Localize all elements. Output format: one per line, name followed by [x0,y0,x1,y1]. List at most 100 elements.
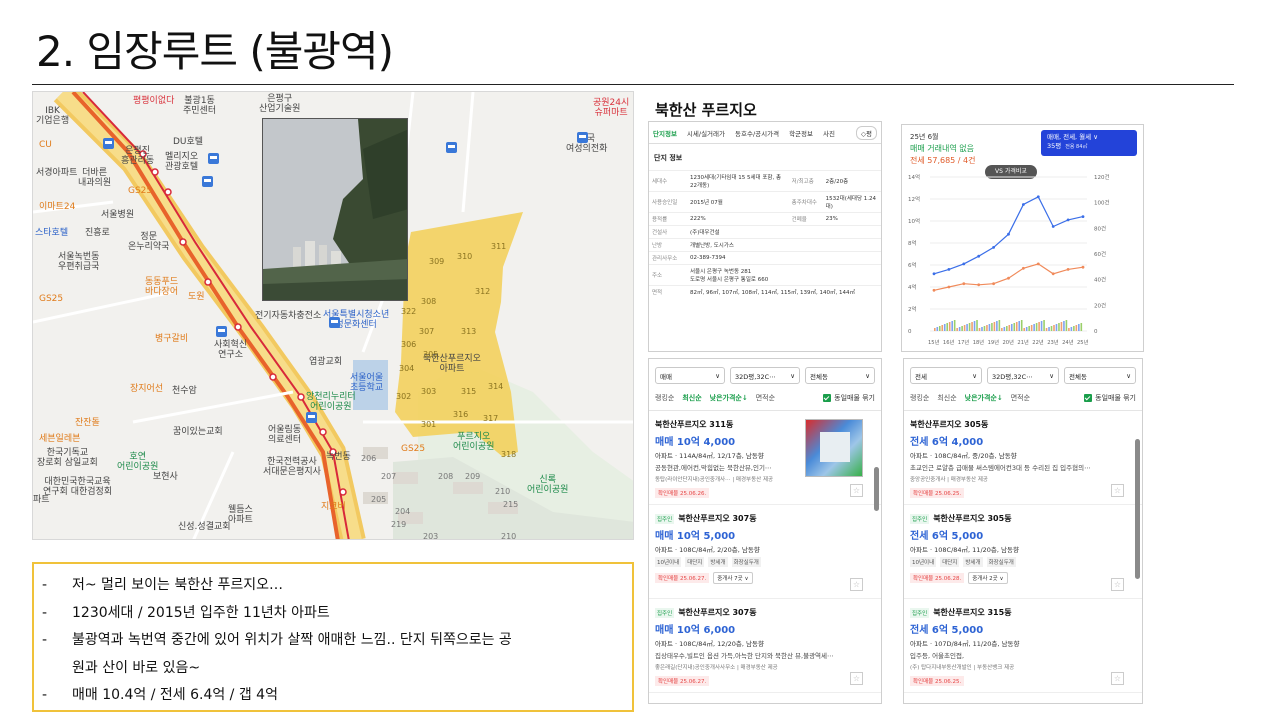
volume-bar [1020,320,1023,331]
tab-complex-info[interactable]: 단지정보 [653,128,677,138]
tab-school[interactable]: 학군정보 [789,128,813,138]
building-number[interactable]: 317 [483,414,498,423]
building-number[interactable]: 314 [488,382,503,391]
sort-low-price[interactable]: 낮은가격순↓ [965,393,1003,403]
bus-stop-icon[interactable] [103,138,114,149]
bus-stop-icon[interactable] [202,176,213,187]
tab-photo[interactable]: 사진 [823,128,835,138]
bus-stop-icon[interactable] [329,317,340,328]
bus-stop-icon[interactable] [306,412,317,423]
building-number[interactable]: 207 [381,472,396,481]
map-label: 스타호텔 [35,228,69,238]
building-number[interactable]: 219 [391,520,406,529]
building-number[interactable]: 210 [501,532,516,539]
sort-latest[interactable]: 최신순 [937,393,956,403]
listing-title[interactable]: 북한산푸르지오 307동 [678,607,756,618]
building-number[interactable]: 308 [421,297,436,306]
sort-latest[interactable]: 최신순 [682,393,701,403]
map-label: 전기자동차충전소 [255,311,322,321]
tab-unit[interactable]: 동호수/공시가격 [735,128,779,138]
building-number[interactable]: 318 [501,450,516,459]
building-number[interactable]: 204 [395,507,410,516]
building-number[interactable]: 315 [461,387,476,396]
size-filter[interactable]: 32D평,32C⋯ ∨ [730,367,800,384]
star-icon[interactable]: ☆ [1111,484,1124,497]
building-number[interactable]: 322 [401,307,416,316]
group-listings-checkbox[interactable]: 동일매물 묶기 [1084,393,1136,403]
bus-stop-icon[interactable] [446,142,457,153]
listing-spec: 아파트 · 108C/84㎡, 11/20층, 남동향 [910,546,1019,554]
price-chart: 14억 12억 10억 8억 6억 4억 2억 0 120건 100건 80건 60건 40건 20건 0 1… [908,173,1110,346]
building-number[interactable]: 301 [421,420,436,429]
listing-item[interactable]: 집주인 북한산푸르지오 315동 전세 6억 5,000 아파트 · 107D/84㎡… [904,599,1142,693]
building-number[interactable]: 307 [419,327,434,336]
building-number[interactable]: 208 [438,472,453,481]
star-icon[interactable]: ☆ [850,578,863,591]
listing-thumbnail[interactable] [805,419,863,477]
filter-label: 32D평,32C⋯ [992,372,1033,381]
scrollbar[interactable] [1135,439,1140,579]
listing-list: 북한산푸르지오 305동 전세 6억 4,000 아파트 · 108C/84㎡, 중… [904,411,1142,693]
building-number[interactable]: 215 [503,500,518,509]
building-filter[interactable]: 전체동 ∨ [805,367,875,384]
checkbox-label: 동일매물 묶기 [834,394,875,402]
building-number[interactable]: 304 [399,364,414,373]
listing-item[interactable]: 집주인 북한산푸르지오 307동 매매 10억 5,000 아파트 · 108C/84… [649,505,881,599]
owner-badge: 집주인 [655,607,675,618]
star-icon[interactable]: ☆ [850,484,863,497]
building-number[interactable]: 206 [361,454,376,463]
listing-title[interactable]: 북한산푸르지오 315동 [933,607,1011,618]
trade-type-filter[interactable]: 매매 ∨ [655,367,725,384]
sort-area[interactable]: 면적순 [756,393,775,403]
star-icon[interactable]: ☆ [1111,672,1124,685]
size-filter[interactable]: 32D평,32C⋯ ∨ [987,367,1059,384]
building-number[interactable]: 312 [475,287,490,296]
building-number[interactable]: 305 [423,350,438,359]
building-number[interactable]: 209 [465,472,480,481]
listing-title[interactable]: 북한산푸르지오 311동 [655,419,733,430]
listing-item[interactable]: 북한산푸르지오 305동 전세 6억 4,000 아파트 · 108C/84㎡, 중… [904,411,1142,505]
building-number[interactable]: 210 [495,487,510,496]
building-number[interactable]: 306 [401,340,416,349]
listing-item[interactable]: 집주인 북한산푸르지오 305동 전세 6억 5,000 아파트 · 108C/84㎡… [904,505,1142,599]
trade-type-filter[interactable]: 전세 ∨ [910,367,982,384]
listing-item[interactable]: 북한산푸르지오 311동 매매 10억 4,000 아파트 · 114A/84㎡, … [649,411,881,505]
tab-price[interactable]: 시세/실거래가 [687,128,725,138]
listing-title[interactable]: 북한산푸르지오 305동 [933,513,1011,524]
building-number[interactable]: 302 [396,392,411,401]
building-number[interactable]: 205 [371,495,386,504]
listing-item[interactable]: 집주인 북한산푸르지오 307동 매매 10억 6,000 아파트 · 108C/84… [649,599,881,693]
pyeong-toggle-button[interactable]: ◇평 [856,125,877,140]
volume-bar [1023,328,1025,331]
building-number[interactable]: 203 [423,532,438,539]
volume-bar [1048,327,1050,331]
sort-ranking[interactable]: 랭킹순 [655,393,674,403]
star-icon[interactable]: ☆ [850,672,863,685]
star-icon[interactable]: ☆ [1111,578,1124,591]
building-filter[interactable]: 전체동 ∨ [1064,367,1136,384]
map-label: 도원 [188,292,205,302]
data-point-매매 [947,268,951,271]
building-number[interactable]: 310 [457,252,472,261]
scrollbar[interactable] [874,467,879,511]
listing-title[interactable]: 북한산푸르지오 307동 [678,513,756,524]
group-listings-checkbox[interactable]: 동일매물 묶기 [823,393,875,403]
broker-count-button[interactable]: 중개사 7곳 ∨ [713,572,753,584]
sort-low-price[interactable]: 낮은가격순↓ [710,393,748,403]
broker-count-button[interactable]: 중개사 2곳 ∨ [968,572,1008,584]
volume-bar [996,321,998,331]
building-number[interactable]: 309 [429,257,444,266]
bus-stop-icon[interactable] [216,326,227,337]
bus-stop-icon[interactable] [577,132,588,143]
sort-area[interactable]: 면적순 [1011,393,1030,403]
data-point-매매 [977,254,981,258]
sort-ranking[interactable]: 랭킹순 [910,393,929,403]
building-number[interactable]: 313 [461,327,476,336]
building-number[interactable]: 311 [491,242,506,251]
building-number[interactable]: 303 [421,387,436,396]
map-view[interactable]: IBK 기업은행 서경아파트 CU 은평진 흥관리동 더바른 내과의원 DU호텔… [32,91,634,540]
bus-stop-icon[interactable] [208,153,219,164]
building-number[interactable]: 316 [453,410,468,419]
info-row: 용적률 222% 건폐율 23% [649,212,881,226]
listing-title[interactable]: 북한산푸르지오 305동 [910,419,988,430]
